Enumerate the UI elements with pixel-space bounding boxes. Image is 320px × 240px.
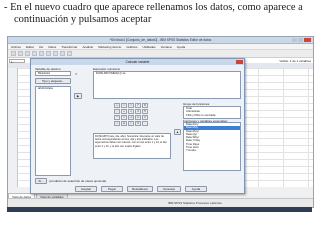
expression-value: DATE.MDY(MES(1)) 1e [96, 72, 126, 75]
insert-function-arrow-icon[interactable]: ▲ [174, 129, 181, 135]
menu-analizar[interactable]: Analizar [82, 45, 93, 49]
function-item[interactable]: Yrmoda [184, 149, 240, 152]
key-le[interactable]: ≤ [121, 109, 127, 114]
key-8[interactable]: 8 [142, 103, 148, 108]
paste-button[interactable]: Pegar [101, 186, 123, 192]
toolbar [8, 50, 313, 58]
menu-ayuda[interactable]: Ayuda [177, 45, 185, 49]
menu-marketing[interactable]: Marketing directo [98, 45, 121, 49]
status-bar: IBM SPSS Statistics Processor está listo [8, 198, 313, 207]
menu-editar[interactable]: Editar [26, 45, 34, 49]
menu-ventana[interactable]: Ventana [161, 45, 172, 49]
menu-archivo[interactable]: Archivo [11, 45, 21, 49]
variables-list[interactable]: añobicicleta [35, 86, 71, 176]
help-button[interactable]: Ayuda [185, 186, 207, 192]
key-dot[interactable]: . [142, 121, 148, 126]
undo-icon[interactable] [39, 51, 44, 56]
maximize-button[interactable] [298, 38, 303, 42]
dialog-close-button[interactable] [236, 60, 243, 64]
key-or[interactable]: | [128, 121, 134, 126]
dialog-title-text: Calcular variable [125, 60, 150, 64]
menu-datos[interactable]: Datos [48, 45, 56, 49]
caption-line-2: continuación y pulsamos aceptar [14, 14, 152, 25]
dialog-recall-icon[interactable] [32, 51, 37, 56]
key-7[interactable]: 7 [135, 103, 141, 108]
compute-variable-dialog: Calcular variable Variable de destino: B… [30, 58, 245, 194]
key-4[interactable]: 4 [135, 109, 141, 114]
target-variable-value: Bicicleta1 [38, 72, 50, 75]
windows-taskbar [7, 207, 312, 212]
group-item[interactable]: FDA y FDA no centrada [184, 114, 240, 117]
key-lt[interactable]: < [121, 103, 127, 108]
key-and[interactable]: & [121, 121, 127, 126]
target-variable-input[interactable]: Bicicleta1 [35, 71, 71, 76]
type-label-button[interactable]: Tipo y etiqueta... [35, 78, 71, 84]
move-to-expression-arrow-icon[interactable]: ▶ [74, 93, 82, 99]
key-plus[interactable]: + [114, 103, 120, 108]
redo-icon[interactable] [46, 51, 51, 56]
slide-caption: - En el nuevo cuadro que aparece rellena… [4, 2, 316, 26]
key-0[interactable]: 0 [135, 121, 141, 126]
dialog-title: Calcular variable [31, 59, 244, 65]
grid-row-header [8, 68, 18, 187]
print-icon[interactable] [25, 51, 30, 56]
find-icon[interactable] [67, 51, 72, 56]
function-group-list[interactable]: Todo Aritméticas FDA y FDA no centrada [183, 106, 241, 119]
variables-icon[interactable] [60, 51, 65, 56]
menu-utilidades[interactable]: Utilidades [142, 45, 155, 49]
menu-transformar[interactable]: Transformar [61, 45, 77, 49]
key-1[interactable]: 1 [135, 115, 141, 120]
window-controls [292, 38, 311, 42]
key-div[interactable]: / [114, 121, 120, 126]
key-eq[interactable]: = [121, 115, 127, 120]
status-text: IBM SPSS Statistics Processor está listo [168, 201, 223, 205]
equals-sign: = [75, 71, 78, 76]
menu-graficos[interactable]: Gráficos [126, 45, 137, 49]
reset-button[interactable]: Restablecer [127, 186, 153, 192]
calculator-keypad: + < >7 8 - ≤ ≥4 5 * = ~= 1 2 /& | 0. [114, 103, 148, 126]
ok-button[interactable]: Aceptar [75, 186, 97, 192]
caption-line-1: - En el nuevo cuadro que aparece rellena… [4, 2, 303, 13]
expression-input[interactable]: DATE.MDY(MES(1)) 1e [93, 71, 241, 99]
key-minus[interactable]: - [114, 109, 120, 114]
open-icon[interactable] [11, 51, 16, 56]
key-5[interactable]: 5 [142, 109, 148, 114]
variable-item[interactable]: añobicicleta [36, 87, 70, 90]
minimize-button[interactable] [292, 38, 297, 42]
key-ge[interactable]: ≥ [128, 109, 134, 114]
key-gt[interactable]: > [128, 103, 134, 108]
functions-list[interactable]: Date.Dmy Date.Mdy Date.Moyr Date.Qyr Dat… [183, 122, 241, 171]
if-button[interactable]: Si... [35, 178, 47, 184]
key-times[interactable]: * [114, 115, 120, 120]
menu-ver[interactable]: Ver [39, 45, 44, 49]
goto-case-icon[interactable] [53, 51, 58, 56]
key-2[interactable]: 2 [142, 115, 148, 120]
function-help-text: DATE.MDY(mes, día, año). Numérica. Devue… [93, 133, 171, 159]
if-condition-text: (condición de selección de casos opciona… [49, 179, 107, 183]
window-title: *Sin título1 [Conjunto_de_datos0] - IBM … [109, 38, 212, 42]
cancel-button[interactable]: Cancelar [157, 186, 181, 192]
spss-screenshot: *Sin título1 [Conjunto_de_datos0] - IBM … [7, 36, 314, 208]
key-ne[interactable]: ~= [128, 115, 134, 120]
close-button[interactable] [304, 38, 311, 42]
window-titlebar: *Sin título1 [Conjunto_de_datos0] - IBM … [8, 37, 313, 44]
save-icon[interactable] [18, 51, 23, 56]
